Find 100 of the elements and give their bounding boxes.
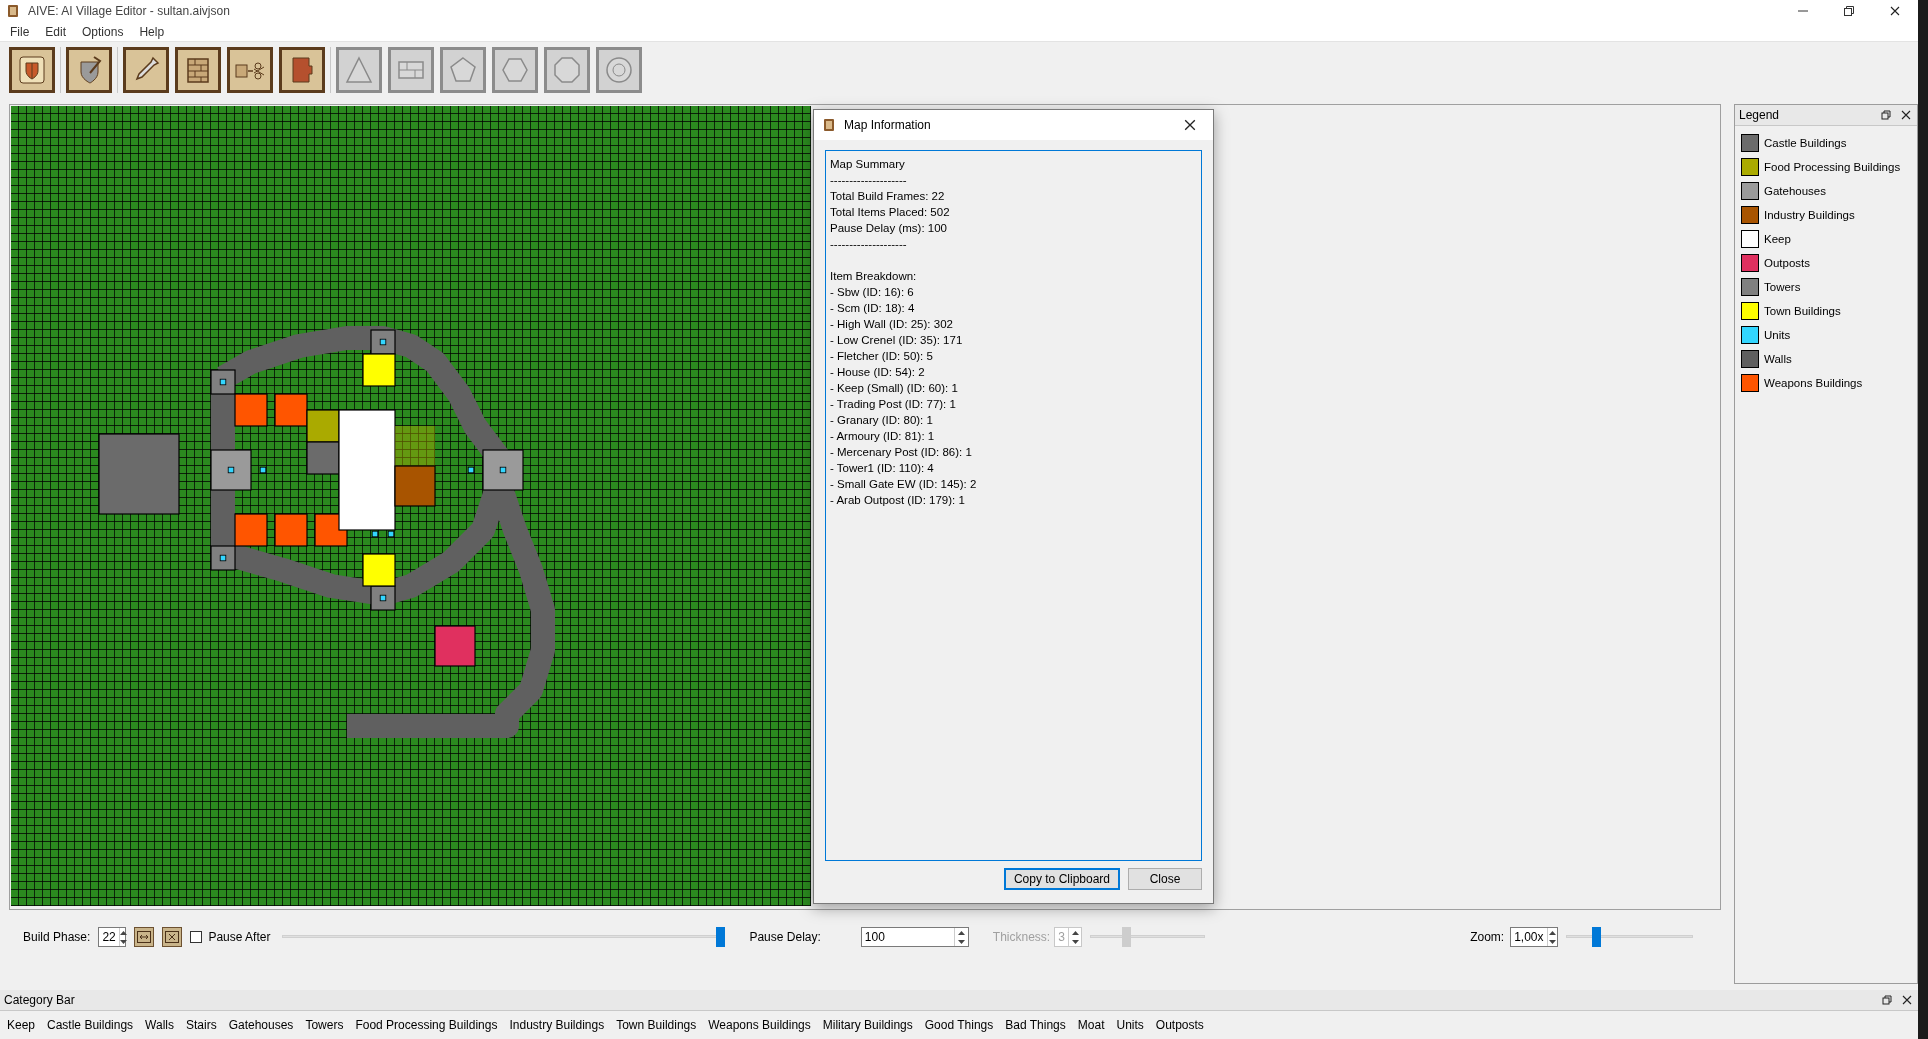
tool-button[interactable] [279,47,325,93]
legend-label: Outposts [1764,257,1811,269]
summary-line: - Sbw (ID: 16): 6 [830,285,915,300]
summary-line: - Trading Post (ID: 77): 1 [830,397,957,412]
category-item[interactable]: Industry Buildings [509,1018,605,1032]
summary-line: - Keep (Small) (ID: 60): 1 [830,381,959,396]
category-item[interactable]: Walls [145,1018,174,1032]
menu-item[interactable]: Help [131,24,173,39]
summary-line: - Low Crenel (ID: 35): 171 [830,333,964,348]
pause-after-checkbox[interactable] [190,931,203,943]
legend-label: Walls [1764,353,1792,365]
thickness-slider[interactable] [1090,927,1206,947]
spin-arrows-icon[interactable] [953,928,968,946]
menu-item[interactable]: Edit [37,24,75,39]
unit-marker [379,594,387,602]
summary-line: - Granary (ID: 80): 1 [830,413,934,428]
menu-item[interactable]: File [2,24,38,39]
close-icon [1901,110,1911,120]
summary-line: -------------------- [830,237,908,252]
tool-button[interactable] [66,47,112,93]
category-bar-title: Category Bar [4,993,76,1007]
tool-button[interactable] [227,47,273,93]
zoom-slider[interactable] [1566,927,1694,947]
phase-clear-button[interactable] [162,927,183,947]
dialog-button[interactable]: Close [1128,868,1202,890]
gatehouse [210,449,252,491]
category-item[interactable]: Military Buildings [822,1018,913,1032]
category-item[interactable]: Food Processing Buildings [355,1018,498,1032]
thickness-label: Thickness: [992,930,1051,944]
tower [210,369,236,395]
unit-marker [227,466,235,474]
build-phase-slider[interactable] [282,927,726,947]
spin-arrows-icon[interactable] [1067,928,1082,946]
category-item[interactable]: Units [1116,1018,1144,1032]
town-building [362,553,396,587]
float-button[interactable] [1879,108,1893,122]
phase-range-button[interactable] [134,927,155,947]
category-item[interactable]: Weapons Buildings [708,1018,811,1032]
legend-label: Weapons Buildings [1764,377,1863,389]
legend-label: Gatehouses [1764,185,1826,197]
tool-button[interactable] [9,47,55,93]
dialog-title: Map Information [844,118,932,132]
category-item[interactable]: Stairs [185,1018,217,1032]
unit-marker [387,530,395,538]
category-item[interactable]: Castle Buildings [47,1018,134,1032]
summary-line: - Mercenary Post (ID: 86): 1 [830,445,973,460]
category-item[interactable]: Town Buildings [616,1018,697,1032]
tower [210,545,236,571]
float-button[interactable] [1880,993,1894,1007]
weapons-building [274,513,308,547]
legend-title: Legend [1739,108,1781,122]
summary-line: - House (ID: 54): 2 [830,365,926,380]
close-icon [1184,119,1196,131]
spin-arrows-icon[interactable] [118,928,127,946]
legend-label: Food Processing Buildings [1764,161,1901,173]
zoom-spinbox[interactable]: 1,00x [1510,927,1559,947]
spin-arrows-icon[interactable] [1546,928,1558,946]
category-item[interactable]: Outposts [1155,1018,1204,1032]
summary-line: - Arab Outpost (ID: 179): 1 [830,493,966,508]
summary-line: Map Summary [830,157,906,172]
close-button[interactable] [1900,993,1914,1007]
pause-delay-label: Pause Delay: [749,930,821,944]
build-phase-spinbox[interactable]: 22 [98,927,127,947]
summary-line: - Armoury (ID: 81): 1 [830,429,936,444]
range-arrows-icon [137,931,152,943]
slider-thumb[interactable] [716,927,726,947]
build-phase-label: Build Phase: [23,930,91,944]
float-icon [1882,995,1892,1005]
legend-label: Towers [1764,281,1801,293]
dialog-button[interactable]: Copy to Clipboard [1003,868,1120,890]
slider-thumb[interactable] [1592,927,1602,947]
unit-marker [219,554,227,562]
town-building [362,353,396,387]
category-item[interactable]: Bad Things [1005,1018,1066,1032]
summary-line: Item Breakdown: [830,269,918,284]
legend-label: Town Buildings [1764,305,1841,317]
zoom-label: Zoom: [1470,930,1505,944]
tool-button[interactable] [175,47,221,93]
category-item[interactable]: Towers [305,1018,344,1032]
tool-button[interactable] [123,47,169,93]
window-title: AIVE: AI Village Editor - sultan.aivjson [28,4,231,18]
industry-building [394,465,436,507]
summary-text-area[interactable] [825,150,1202,861]
village-map[interactable] [11,106,811,906]
category-item[interactable]: Gatehouses [228,1018,294,1032]
category-item[interactable]: Moat [1077,1018,1105,1032]
menu-item[interactable]: Options [74,24,132,39]
summary-line: Total Items Placed: 502 [830,205,951,220]
restore-icon [1844,6,1854,16]
pause-after-label: Pause After [208,930,271,944]
cross-box-icon [165,931,180,943]
food-building [306,409,340,443]
summary-line: - Small Gate EW (ID: 145): 2 [830,477,978,492]
close-button[interactable] [1899,108,1913,122]
pause-delay-spinbox[interactable]: 100 [860,927,969,947]
food-building-preview [395,426,435,466]
gatehouse [482,449,524,491]
category-item[interactable]: Keep [7,1018,36,1032]
tower [370,329,396,355]
category-item[interactable]: Good Things [924,1018,994,1032]
